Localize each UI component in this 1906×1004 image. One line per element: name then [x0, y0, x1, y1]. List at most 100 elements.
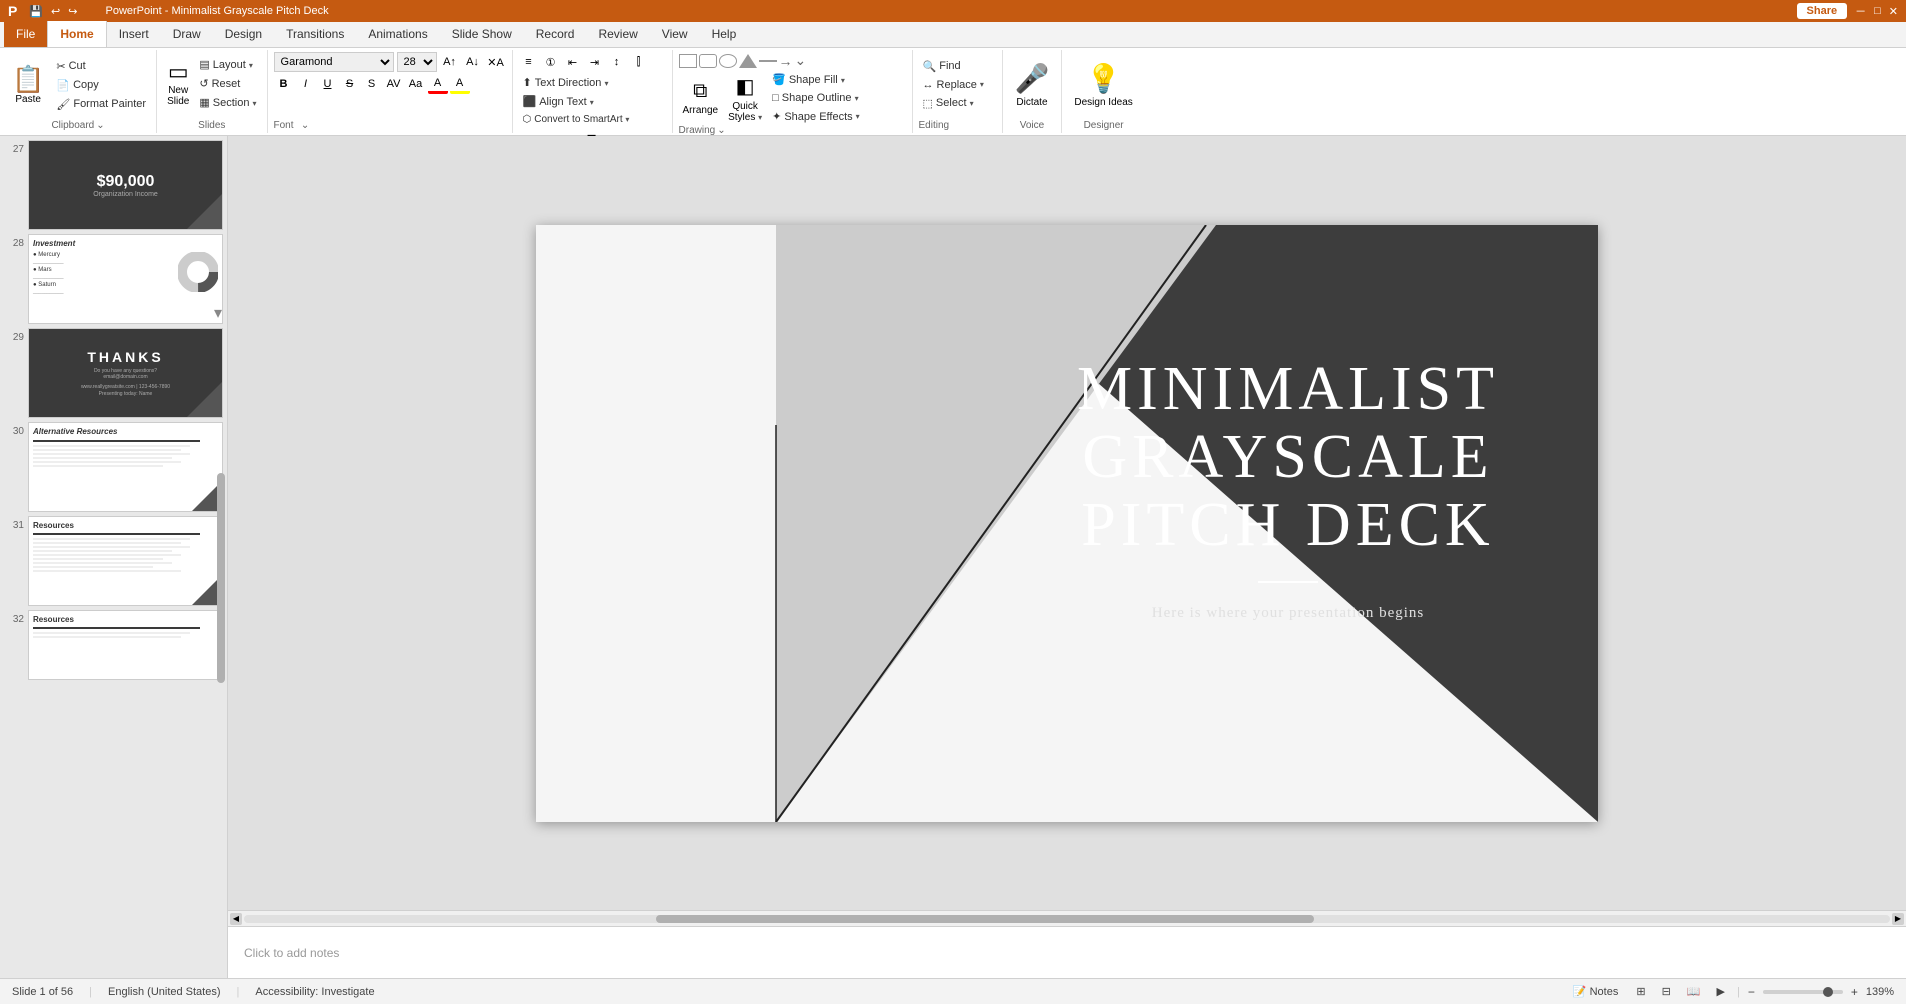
layout-button[interactable]: ▤ Layout ▾ [195, 56, 260, 73]
h-scroll-thumb[interactable] [656, 915, 1314, 923]
shape-arrow-btn[interactable]: → [779, 53, 793, 69]
design-ideas-button[interactable]: 💡 Design Ideas [1070, 52, 1136, 117]
cut-button[interactable]: ✂ Cut [52, 58, 150, 75]
quick-access-save[interactable]: 💾 [29, 5, 43, 18]
increase-font-button[interactable]: A↑ [440, 52, 460, 72]
maximize-button[interactable]: □ [1874, 5, 1881, 17]
slide-thumb-30[interactable]: 30 Alternative Resources [4, 422, 223, 512]
text-direction-button[interactable]: ⬆Text Direction ▾ [519, 74, 613, 91]
quick-styles-button[interactable]: ◧ QuickStyles ▾ [724, 72, 766, 125]
dictate-button[interactable]: 🎤 Dictate [1011, 52, 1054, 117]
tab-transitions[interactable]: Transitions [274, 21, 356, 47]
char-spacing-button[interactable]: AV [384, 74, 404, 94]
paste-button[interactable]: 📋 Paste [6, 64, 50, 107]
scroll-left-button[interactable]: ◀ [230, 913, 242, 925]
zoom-out-button[interactable]: − [1748, 985, 1755, 999]
tab-view[interactable]: View [650, 21, 700, 47]
slide-subtitle: Here is where your presentation begins [1028, 605, 1548, 622]
new-slide-button[interactable]: ▭ NewSlide [163, 59, 193, 109]
slide-thumb-28[interactable]: 28 Investment ● Mercury ___________ ● Ma… [4, 234, 223, 324]
notes-toggle-button[interactable]: 📝 Notes [1567, 983, 1624, 1000]
scroll-right-button[interactable]: ▶ [1892, 913, 1904, 925]
decrease-font-button[interactable]: A↓ [463, 52, 483, 72]
tab-slideshow[interactable]: Slide Show [440, 21, 524, 47]
columns-button[interactable]: ⫿ [629, 52, 649, 72]
status-divider-2: | [237, 986, 240, 998]
font-family-select[interactable]: Garamond [274, 52, 394, 72]
normal-view-button[interactable]: ⊞ [1632, 983, 1649, 1000]
line-spacing-button[interactable]: ↕ [607, 52, 627, 72]
convert-smartart-button[interactable]: ⬡Convert to SmartArt ▾ [519, 112, 634, 127]
shape-rect-btn[interactable] [679, 54, 697, 68]
shape-oval-btn[interactable] [719, 54, 737, 68]
slideshow-button[interactable]: ▶ [1713, 983, 1729, 1000]
text-shadow-button[interactable]: S [362, 74, 382, 94]
font-color-btn[interactable]: A [428, 74, 448, 94]
bold-button[interactable]: B [274, 74, 294, 94]
slide-text-area: MINIMALISTGRAYSCALEPITCH DECK Here is wh… [1028, 355, 1548, 623]
select-button[interactable]: ⬚ Select ▾ [919, 95, 996, 112]
clear-format-button[interactable]: ✕A [486, 52, 506, 72]
slide-thumb-29[interactable]: 29 THANKS Do you have any questions?emai… [4, 328, 223, 418]
tab-record[interactable]: Record [524, 21, 587, 47]
zoom-slider[interactable] [1763, 990, 1843, 994]
font-size-select[interactable]: 28 [397, 52, 437, 72]
slide-thumb-32[interactable]: 32 Resources [4, 610, 223, 680]
shape-effects-button[interactable]: ✦ Shape Effects ▾ [768, 108, 864, 125]
italic-button[interactable]: I [296, 74, 316, 94]
shape-triangle-btn[interactable] [739, 54, 757, 68]
h-scroll-track[interactable] [244, 915, 1890, 923]
tab-help[interactable]: Help [700, 21, 749, 47]
main-slide[interactable]: MINIMALISTGRAYSCALEPITCH DECK Here is wh… [536, 225, 1598, 822]
tab-home[interactable]: Home [47, 21, 106, 47]
font-expand-icon[interactable]: ⌄ [301, 120, 309, 131]
slide-sorter-button[interactable]: ⊟ [1658, 983, 1675, 1000]
thumb27-sub: Organization Income [93, 191, 158, 198]
bullets-button[interactable]: ≡ [519, 52, 539, 72]
replace-button[interactable]: ↔ Replace ▾ [919, 77, 996, 93]
section-button[interactable]: ▦ Section ▾ [195, 94, 260, 111]
copy-button[interactable]: 📄 Copy [52, 77, 150, 94]
shape-line-btn[interactable] [759, 60, 777, 62]
tab-draw[interactable]: Draw [161, 21, 213, 47]
tab-animations[interactable]: Animations [356, 21, 439, 47]
decrease-indent-button[interactable]: ⇤ [563, 52, 583, 72]
numbering-button[interactable]: ① [541, 52, 561, 72]
shape-rounded-rect-btn[interactable] [699, 54, 717, 68]
zoom-level[interactable]: 139% [1866, 986, 1894, 998]
canvas-scroll[interactable]: MINIMALISTGRAYSCALEPITCH DECK Here is wh… [228, 136, 1906, 910]
quick-access-undo[interactable]: ↩ [51, 5, 60, 18]
reading-view-button[interactable]: 📖 [1683, 983, 1705, 1000]
panel-scrollbar[interactable] [217, 473, 225, 684]
change-case-button[interactable]: Aa [406, 74, 426, 94]
share-button[interactable]: Share [1797, 3, 1848, 19]
quick-access-redo[interactable]: ↪ [68, 5, 77, 18]
align-text-button[interactable]: ⬛Align Text ▾ [519, 93, 598, 110]
find-button[interactable]: 🔍 Find [919, 58, 996, 75]
arrange-button[interactable]: ⧉ Arrange [679, 78, 723, 118]
notes-icon: 📝 [1573, 985, 1587, 998]
accessibility-indicator[interactable]: Accessibility: Investigate [255, 986, 374, 998]
drawing-expand-icon[interactable]: ⌄ [717, 125, 725, 136]
slide-thumb-27[interactable]: 27 $90,000 Organization Income [4, 140, 223, 230]
tab-review[interactable]: Review [586, 21, 649, 47]
tab-insert[interactable]: Insert [107, 21, 161, 47]
clipboard-expand-icon[interactable]: ⌄ [96, 120, 104, 131]
shape-fill-button[interactable]: 🪣 Shape Fill ▾ [768, 71, 864, 88]
minimize-button[interactable]: － [1855, 3, 1866, 19]
slide-thumb-31[interactable]: 31 Resources [4, 516, 223, 606]
notes-placeholder[interactable]: Click to add notes [244, 946, 339, 960]
tab-design[interactable]: Design [213, 21, 274, 47]
find-icon: 🔍 [923, 60, 937, 73]
zoom-in-button[interactable]: + [1851, 985, 1858, 999]
reset-button[interactable]: ↺ Reset [195, 75, 260, 92]
highlight-color-btn[interactable]: A [450, 74, 470, 94]
tab-file[interactable]: File [4, 21, 47, 47]
strikethrough-button[interactable]: S [340, 74, 360, 94]
close-button[interactable]: ✕ [1889, 5, 1898, 18]
underline-button[interactable]: U [318, 74, 338, 94]
more-shapes-btn[interactable]: ⌄ [795, 52, 807, 69]
format-painter-button[interactable]: 🖌 Format Painter [52, 96, 150, 113]
increase-indent-button[interactable]: ⇥ [585, 52, 605, 72]
shape-outline-button[interactable]: □ Shape Outline ▾ [768, 90, 864, 106]
